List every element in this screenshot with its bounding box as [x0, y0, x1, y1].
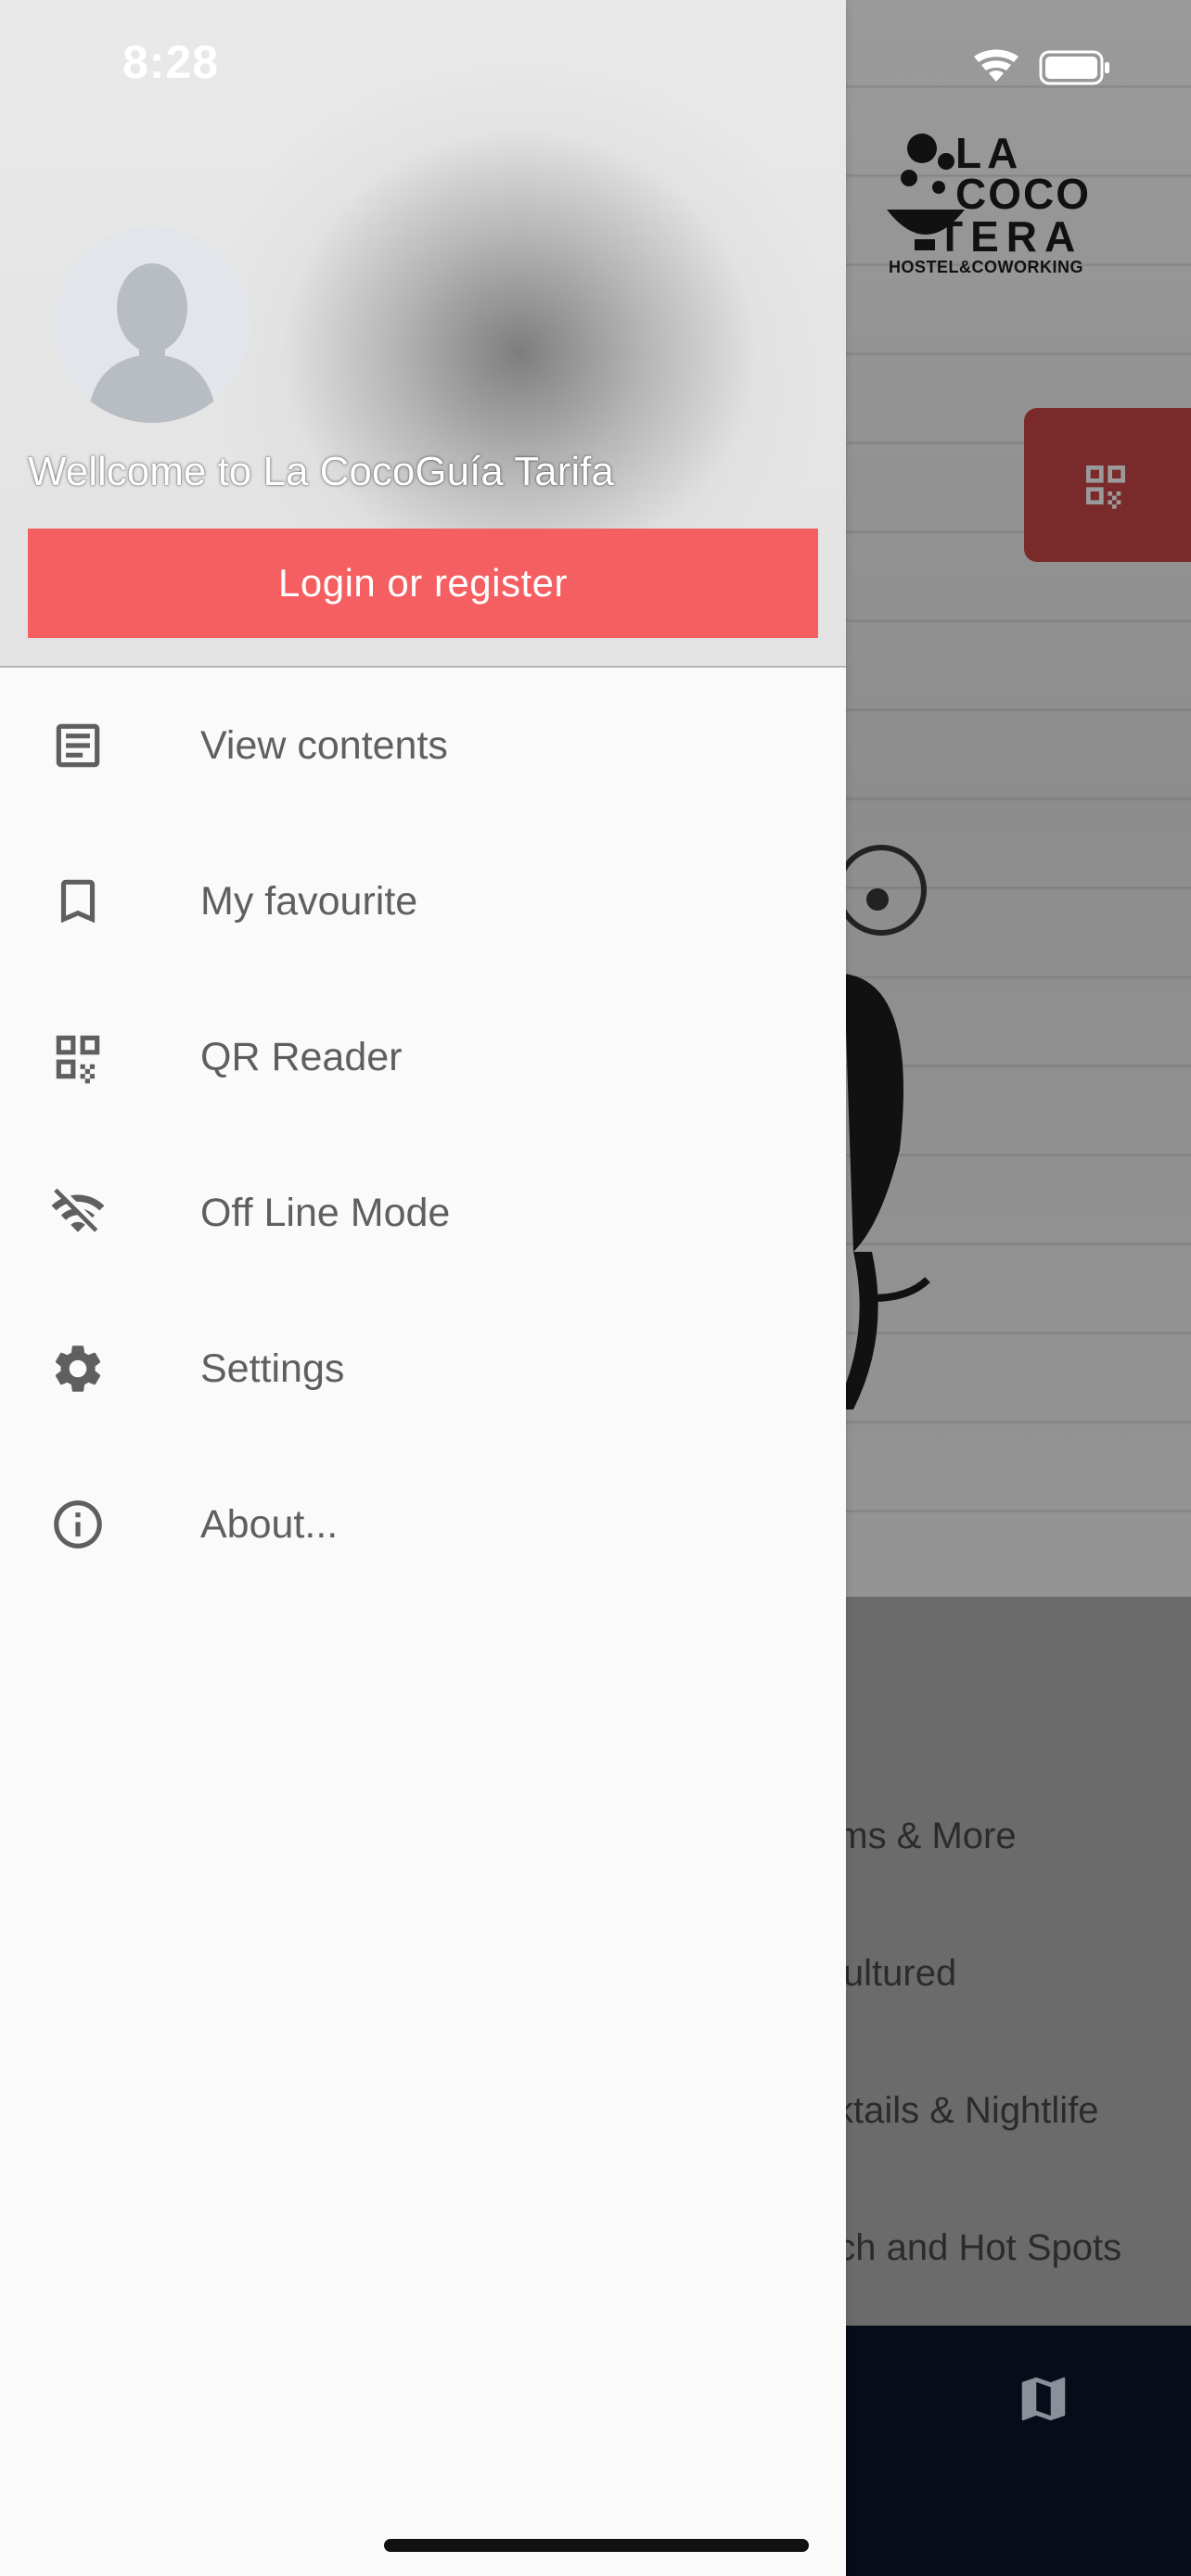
menu-item-label: Off Line Mode: [200, 1190, 451, 1235]
list-item: ach and Hot Spots: [816, 2227, 1122, 2268]
list-item: cktails & Nightlife: [816, 2090, 1099, 2131]
logo-line-4: HOSTEL&COWORKING: [889, 258, 1083, 276]
person-placeholder-icon: [87, 263, 217, 423]
cocotera-logo: LA COCO TERA HOSTEL&COWORKING: [881, 121, 1113, 283]
menu-item-offline-mode[interactable]: Off Line Mode: [0, 1135, 846, 1291]
wifi-icon: [974, 49, 1018, 82]
login-register-button[interactable]: Login or register: [28, 529, 818, 638]
welcome-text: Wellcome to La CocoGuía Tarifa: [28, 449, 614, 494]
info-icon: [46, 1493, 109, 1556]
list-item: oms & More: [816, 1816, 1017, 1856]
signal-icon: [900, 74, 941, 82]
logo-line-3: TERA: [937, 212, 1083, 261]
menu-item-label: About...: [200, 1501, 339, 1547]
drawer-header: 8:28 Wellcome to La CocoGuía Tarifa Logi…: [0, 0, 846, 668]
battery-icon: [1039, 50, 1109, 85]
wifi-off-icon: [46, 1181, 109, 1244]
background-qr-button: [1024, 408, 1191, 562]
qr-code-icon: [46, 1026, 109, 1089]
map-icon: [1021, 2377, 1066, 2421]
menu-item-label: My favourite: [200, 878, 418, 924]
menu-item-label: View contents: [200, 722, 448, 768]
gear-icon: [46, 1337, 109, 1400]
menu-item-qr-reader[interactable]: QR Reader: [0, 979, 846, 1135]
avatar[interactable]: [54, 226, 250, 423]
menu-item-about[interactable]: About...: [0, 1447, 846, 1602]
qr-code-icon: [1086, 465, 1125, 509]
menu-item-label: Settings: [200, 1345, 345, 1391]
bookmark-icon: [46, 870, 109, 933]
article-icon: [46, 714, 109, 777]
menu-item-my-favourite[interactable]: My favourite: [0, 823, 846, 979]
navigation-drawer: 8:28 Wellcome to La CocoGuía Tarifa Logi…: [0, 0, 846, 2576]
home-indicator[interactable]: [384, 2539, 809, 2552]
menu-item-view-contents[interactable]: View contents: [0, 668, 846, 823]
status-time: 8:28: [122, 36, 220, 88]
menu-item-label: QR Reader: [200, 1034, 403, 1079]
status-bar-icons: [900, 49, 1109, 85]
menu-item-settings[interactable]: Settings: [0, 1291, 846, 1447]
